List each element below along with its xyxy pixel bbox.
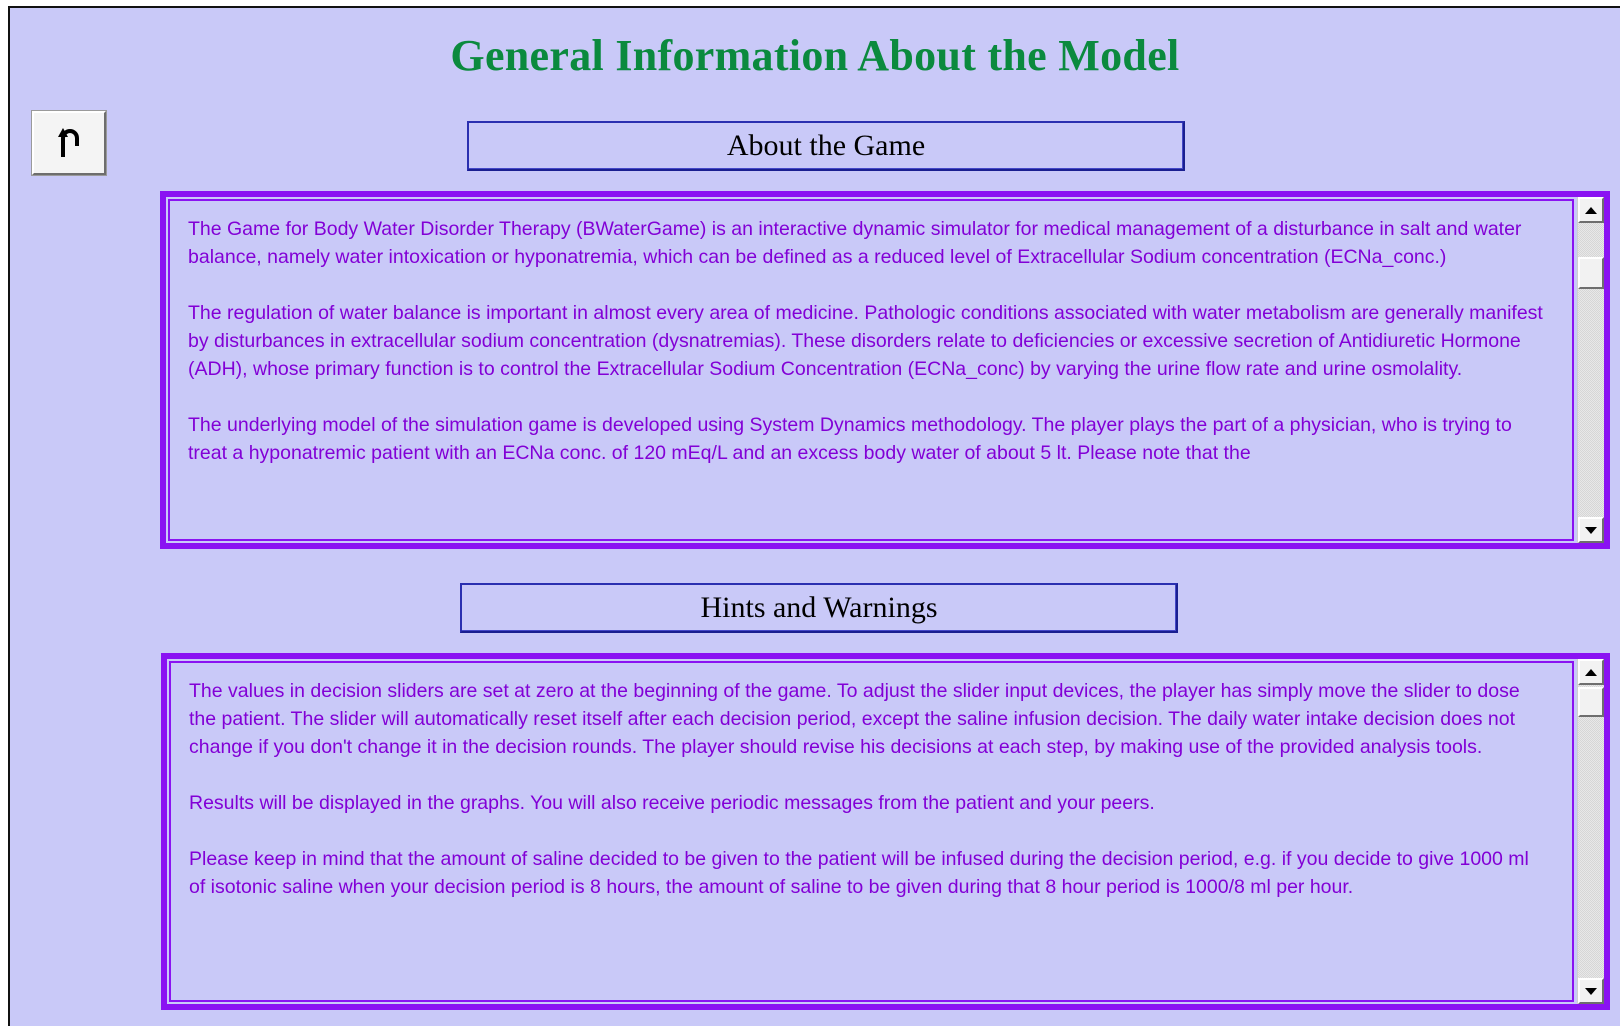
scroll-down-button[interactable] [1578,517,1604,543]
about-scrollbar[interactable] [1577,197,1604,543]
return-arrow-icon [58,128,79,157]
arrow-up-icon [1585,206,1597,214]
scroll-up-button[interactable] [1578,659,1604,685]
hints-paragraph: The values in decision sliders are set a… [189,680,1520,758]
about-game-header: About the Game [467,121,1185,171]
about-paragraph: The underlying model of the simulation g… [188,414,1512,464]
hints-paragraph: Please keep in mind that the amount of s… [189,848,1529,898]
scroll-down-button[interactable] [1578,978,1604,1004]
main-window: General Information About the Model Abou… [8,6,1620,1026]
scroll-up-button[interactable] [1578,197,1604,223]
about-paragraph: The Game for Body Water Disorder Therapy… [188,218,1522,268]
about-paragraph: The regulation of water balance is impor… [188,302,1543,380]
arrow-down-icon [1585,987,1597,995]
hints-warnings-header: Hints and Warnings [460,583,1178,633]
scroll-thumb[interactable] [1578,687,1604,717]
scroll-thumb[interactable] [1578,257,1604,289]
arrow-down-icon [1585,526,1597,534]
hints-warnings-panel: The values in decision sliders are set a… [161,653,1610,1010]
about-game-panel: The Game for Body Water Disorder Therapy… [160,191,1610,549]
hints-warnings-text-area[interactable]: The values in decision sliders are set a… [169,661,1574,1002]
hints-scrollbar[interactable] [1577,659,1604,1004]
back-button[interactable] [31,110,107,176]
page-title: General Information About the Model [450,31,1180,80]
about-game-text-area[interactable]: The Game for Body Water Disorder Therapy… [168,199,1574,541]
hints-paragraph: Results will be displayed in the graphs.… [189,792,1155,814]
arrow-up-icon [1585,668,1597,676]
